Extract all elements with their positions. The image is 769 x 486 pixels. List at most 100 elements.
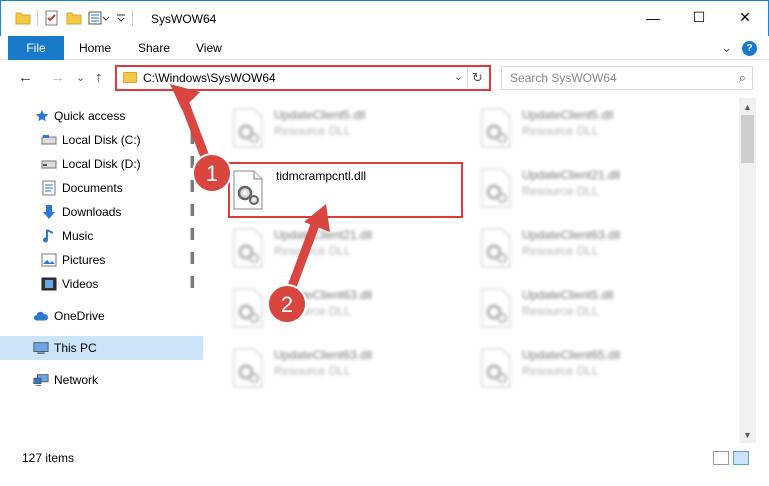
help-icon[interactable]: ?	[742, 40, 757, 56]
sidebar-item-music[interactable]: Music ▐	[0, 224, 203, 248]
tab-view[interactable]: View	[196, 41, 222, 55]
pictures-icon	[41, 252, 57, 268]
search-placeholder: Search SysWOW64	[510, 71, 617, 85]
refresh-button[interactable]: ↻	[467, 68, 487, 88]
title-bar: SysWOW64 — ☐ ✕	[0, 0, 769, 36]
sidebar-item-downloads[interactable]: Downloads ▐	[0, 200, 203, 224]
file-name: UpdateClient65.dll	[522, 348, 621, 362]
tab-share[interactable]: Share	[138, 41, 170, 55]
sidebar-item-label: Network	[54, 373, 99, 387]
expand-ribbon-icon[interactable]: ⌄	[721, 40, 732, 56]
pin-icon[interactable]: ▐	[187, 181, 194, 192]
file-tile[interactable]: UpdateClient63.dll Resource DLL	[230, 342, 465, 398]
dll-file-icon	[481, 228, 511, 268]
file-tile-tidmcrampcntl[interactable]: tidmcrampcntl.dll	[228, 162, 463, 218]
file-type: Resource DLL	[522, 184, 599, 198]
dll-file-icon	[233, 108, 263, 148]
file-tile[interactable]: UpdateClient5.dll Resource DLL	[478, 282, 713, 338]
details-view-icon[interactable]	[713, 451, 729, 465]
dll-file-icon	[481, 108, 511, 148]
window-title: SysWOW64	[151, 12, 217, 26]
downloads-icon	[41, 204, 57, 220]
pin-icon[interactable]: ▐	[187, 157, 194, 168]
file-tile[interactable]: UpdateClient5.dll Resource DLL	[478, 102, 713, 158]
file-tile[interactable]: UpdateClient65.dll Resource DLL	[478, 342, 713, 398]
close-button[interactable]: ✕	[722, 1, 768, 34]
toolbar-divider	[37, 10, 38, 26]
sidebar-item-this-pc[interactable]: This PC	[0, 336, 203, 360]
address-path[interactable]: C:\Windows\SysWOW64	[143, 71, 276, 85]
status-bar: 127 items	[0, 443, 769, 486]
file-tile[interactable]: UpdateClient21.dll Resource DLL	[230, 222, 465, 278]
sidebar-item-label: Pictures	[62, 253, 106, 267]
sidebar-item-videos[interactable]: Videos ▐	[0, 272, 203, 296]
file-tile[interactable]: UpdateClient63.dll Resource DLL	[478, 222, 713, 278]
scroll-down-icon[interactable]: ▼	[739, 426, 756, 443]
drive-icon	[41, 156, 57, 172]
vertical-scrollbar[interactable]: ▲ ▼	[739, 98, 756, 443]
file-list: UpdateClient5.dll Resource DLL UpdateCli…	[205, 98, 739, 443]
address-bar[interactable]: C:\Windows\SysWOW64 ⌄ ↻	[115, 65, 491, 91]
sidebar-item-network[interactable]: Network	[0, 368, 203, 392]
tab-home[interactable]: Home	[79, 41, 111, 55]
sidebar-item-label: Documents	[62, 181, 123, 195]
file-type: Resource DLL	[522, 124, 599, 138]
pin-icon[interactable]: ▐	[187, 133, 194, 144]
toolbar-divider	[132, 10, 133, 26]
forward-button[interactable]: →	[50, 69, 65, 86]
file-type: Resource DLL	[522, 364, 599, 378]
scroll-up-icon[interactable]: ▲	[739, 98, 756, 115]
pin-icon[interactable]: ▐	[187, 229, 194, 240]
documents-icon	[41, 180, 57, 196]
back-button[interactable]: ←	[18, 69, 33, 86]
view-options-icon[interactable]	[88, 11, 110, 25]
new-folder-icon[interactable]	[66, 11, 82, 25]
pin-icon[interactable]: ▐	[187, 253, 194, 264]
ribbon-tabs: File Home Share View ⌄ ?	[0, 36, 769, 60]
properties-icon[interactable]	[44, 10, 60, 26]
sidebar-item-quick-access[interactable]: Quick access	[0, 104, 203, 128]
sidebar-item-onedrive[interactable]: OneDrive	[0, 304, 203, 328]
sidebar-item-local-disk-c[interactable]: Local Disk (C:) ▐	[0, 128, 203, 152]
search-icon[interactable]: ⌕	[739, 70, 746, 86]
file-tile[interactable]: UpdateClient63.dll Resource DLL	[230, 282, 465, 338]
navigation-pane: Quick access Local Disk (C:) ▐ Local Dis…	[0, 98, 205, 443]
sidebar-item-label: Downloads	[62, 205, 122, 219]
maximize-button[interactable]: ☐	[676, 1, 722, 34]
pin-icon[interactable]: ▐	[187, 205, 194, 216]
file-name: UpdateClient5.dll	[522, 108, 614, 122]
file-name: UpdateClient5.dll	[522, 288, 614, 302]
file-name: UpdateClient5.dll	[274, 108, 366, 122]
sidebar-item-documents[interactable]: Documents ▐	[0, 176, 203, 200]
minimize-button[interactable]: —	[630, 1, 676, 34]
customize-toolbar-icon[interactable]	[116, 11, 126, 25]
item-count: 127 items	[22, 451, 75, 465]
pin-icon[interactable]: ▐	[187, 277, 194, 288]
videos-icon	[41, 276, 57, 292]
file-type: Resource DLL	[274, 304, 351, 318]
address-dropdown-icon[interactable]: ⌄	[454, 70, 463, 83]
file-name: UpdateClient63.dll	[274, 288, 373, 302]
ribbon-right-controls: ⌄ ?	[721, 40, 757, 56]
window-edge	[757, 98, 769, 443]
folder-icon[interactable]	[15, 11, 31, 25]
up-button[interactable]: ↑	[95, 69, 103, 86]
file-tile[interactable]: UpdateClient5.dll Resource DLL	[230, 102, 465, 158]
search-input[interactable]: Search SysWOW64 ⌕	[501, 66, 753, 90]
file-type: Resource DLL	[522, 304, 599, 318]
view-switcher	[713, 451, 749, 465]
file-tile[interactable]: UpdateClient21.dll Resource DLL	[478, 162, 713, 218]
quick-access-toolbar	[15, 10, 133, 26]
sidebar-item-pictures[interactable]: Pictures ▐	[0, 248, 203, 272]
sidebar-item-label: Quick access	[54, 109, 126, 123]
tiles-view-icon[interactable]	[733, 451, 749, 465]
sidebar-item-label: Music	[62, 229, 94, 243]
star-icon	[34, 108, 50, 124]
tab-file[interactable]: File	[8, 36, 64, 60]
dll-file-icon	[233, 228, 263, 268]
sidebar-item-local-disk-d[interactable]: Local Disk (D:) ▐	[0, 152, 203, 176]
scrollbar-thumb[interactable]	[741, 115, 754, 163]
file-type: Resource DLL	[274, 244, 351, 258]
cloud-icon	[33, 308, 49, 324]
recent-locations-button[interactable]: ⌄	[76, 71, 85, 84]
